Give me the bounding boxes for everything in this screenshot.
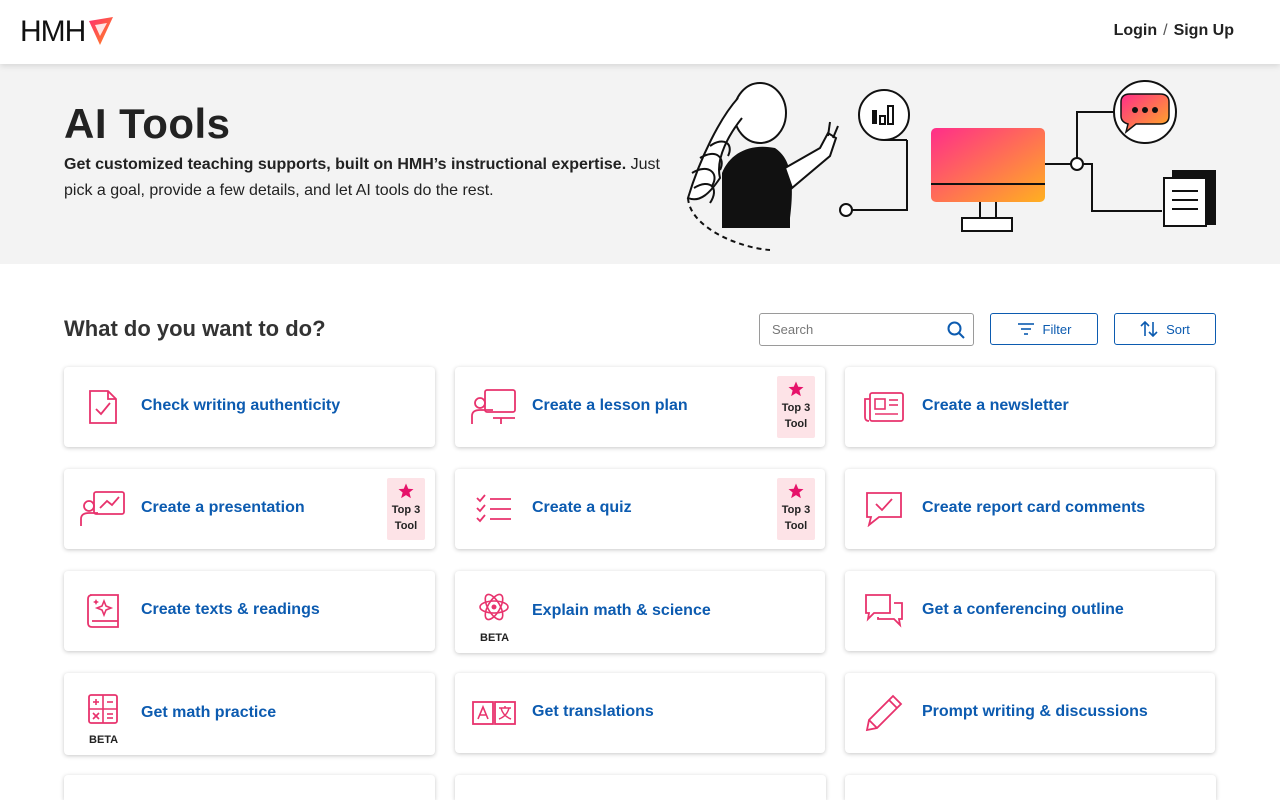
star-icon: [777, 482, 815, 502]
comment-check-icon: [861, 487, 907, 531]
logo-mark-icon: [89, 17, 114, 45]
tool-card[interactable]: Create a lesson plan Top 3 Tool: [455, 367, 825, 447]
badge-line-1: Top 3: [781, 504, 811, 516]
star-icon: [777, 380, 815, 400]
top-3-tool-badge: Top 3 Tool: [777, 478, 815, 540]
tool-card-label: Prompt writing & discussions: [922, 703, 1148, 720]
tool-card[interactable]: Get a conferencing outline: [845, 571, 1215, 651]
tool-card[interactable]: Get translations: [455, 673, 825, 753]
badge-line-2: Tool: [784, 520, 808, 532]
tool-card[interactable]: [845, 775, 1216, 800]
login-link[interactable]: Login: [1114, 22, 1158, 40]
presenter-icon: [80, 487, 126, 531]
auth-separator: /: [1163, 22, 1168, 39]
teacher-board-icon: [471, 385, 517, 429]
tool-card-label: Create a newsletter: [922, 397, 1069, 414]
atom-icon: [471, 585, 517, 629]
tool-card[interactable]: BETA Get math practice: [64, 673, 435, 755]
tool-card[interactable]: [64, 775, 435, 800]
tool-card-label: Create texts & readings: [141, 601, 320, 618]
tool-card[interactable]: Create a newsletter: [845, 367, 1215, 447]
newspaper-icon: [861, 385, 907, 429]
tool-card-label: Get a conferencing outline: [922, 601, 1124, 618]
tool-card[interactable]: Prompt writing & discussions: [845, 673, 1215, 753]
document-check-icon: [80, 385, 126, 429]
filter-button[interactable]: Filter: [990, 313, 1098, 345]
pencil-icon: [861, 691, 907, 735]
section-title: What do you want to do?: [64, 316, 326, 341]
search-box: [759, 313, 974, 346]
page-title: AI Tools: [64, 100, 231, 147]
calculator-icon: [80, 687, 126, 731]
tool-card-label: Create report card comments: [922, 499, 1146, 516]
sort-button-label: Sort: [1166, 321, 1190, 337]
tool-card-label: Explain math & science: [532, 602, 711, 619]
beta-label: BETA: [89, 734, 119, 746]
filter-button-label: Filter: [1042, 321, 1072, 337]
checklist-icon: [471, 487, 517, 531]
search-input[interactable]: [760, 314, 930, 345]
tool-card[interactable]: [455, 775, 826, 800]
hero-description: Get customized teaching supports, built …: [64, 152, 664, 204]
tool-card[interactable]: Create texts & readings: [64, 571, 435, 651]
tool-card[interactable]: Create a presentation Top 3 Tool: [64, 469, 435, 549]
tool-card-label: Create a lesson plan: [532, 397, 688, 414]
tool-card-label: Create a quiz: [532, 499, 632, 516]
badge-line-2: Tool: [394, 520, 418, 532]
tool-card-label: Get translations: [532, 703, 654, 720]
filter-icon: [1017, 323, 1034, 335]
badge-line-1: Top 3: [781, 402, 811, 414]
badge-line-2: Tool: [784, 418, 808, 430]
tool-card-label: Check writing authenticity: [141, 397, 341, 414]
tool-card[interactable]: BETA Explain math & science: [455, 571, 825, 653]
tool-card[interactable]: Check writing authenticity: [64, 367, 435, 447]
tool-card[interactable]: Create a quiz Top 3 Tool: [455, 469, 825, 549]
signup-link[interactable]: Sign Up: [1174, 22, 1234, 40]
top-3-tool-badge: Top 3 Tool: [777, 376, 815, 438]
hero-banner: AI Tools Get customized teaching support…: [0, 64, 1280, 264]
beta-label: BETA: [480, 632, 510, 644]
tool-card[interactable]: Create report card comments: [845, 469, 1215, 549]
top-3-tool-badge: Top 3 Tool: [387, 478, 425, 540]
conversation-icon: [861, 589, 907, 633]
top-navigation-bar: HMH Login / Sign Up: [0, 0, 1280, 64]
tool-card-label: Get math practice: [141, 704, 277, 721]
search-icon[interactable]: [947, 321, 965, 339]
sort-icon: [1140, 321, 1158, 337]
logo-text: HMH: [20, 15, 86, 48]
tool-card-label: Create a presentation: [141, 499, 305, 516]
hero-description-bold: Get customized teaching supports, built …: [64, 156, 627, 173]
star-icon: [387, 482, 425, 502]
auth-links: Login / Sign Up: [1114, 22, 1234, 40]
sort-button[interactable]: Sort: [1114, 313, 1216, 345]
translate-icon: [471, 691, 517, 735]
book-sparkle-icon: [80, 589, 126, 633]
badge-line-1: Top 3: [391, 504, 421, 516]
hmh-logo[interactable]: HMH: [20, 16, 115, 48]
hero-illustration-icon: [686, 80, 1216, 251]
